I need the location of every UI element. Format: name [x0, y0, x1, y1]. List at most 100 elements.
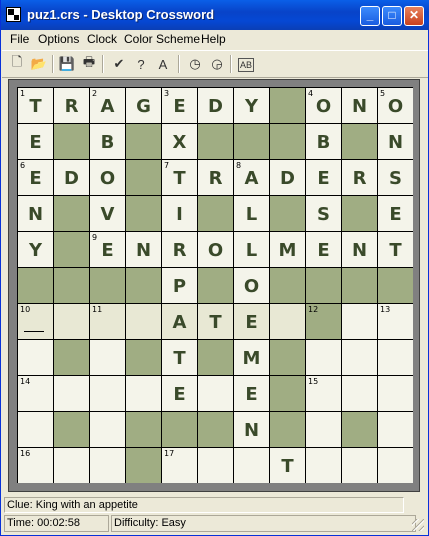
- grid-cell[interactable]: 7T: [162, 160, 197, 195]
- grid-cell[interactable]: S: [306, 196, 341, 231]
- grid-cell[interactable]: G: [126, 88, 161, 123]
- grid-cell[interactable]: 15: [306, 376, 341, 411]
- grid-cell[interactable]: [306, 340, 341, 375]
- grid-cell[interactable]: 6E: [18, 160, 53, 195]
- grid-cell[interactable]: R: [54, 88, 89, 123]
- grid-cell[interactable]: [378, 376, 413, 411]
- grid-cell[interactable]: B: [90, 124, 125, 159]
- grid-cell[interactable]: E: [234, 304, 269, 339]
- grid-cell[interactable]: 4O: [306, 88, 341, 123]
- grid-cell[interactable]: E: [378, 196, 413, 231]
- check-icon[interactable]: ✔: [110, 55, 128, 73]
- grid-cell[interactable]: [378, 340, 413, 375]
- grid-cell[interactable]: [306, 448, 341, 483]
- grid-cell[interactable]: R: [342, 160, 377, 195]
- grid-cell[interactable]: O: [234, 268, 269, 303]
- grid-cell[interactable]: 13: [378, 304, 413, 339]
- grid-cell[interactable]: [18, 412, 53, 447]
- grid-cell[interactable]: N: [234, 412, 269, 447]
- grid-cell[interactable]: I: [162, 196, 197, 231]
- grid-cell[interactable]: [126, 376, 161, 411]
- app-icon[interactable]: [6, 7, 21, 22]
- grid-cell[interactable]: [378, 412, 413, 447]
- grid-cell[interactable]: P: [162, 268, 197, 303]
- grid-cell[interactable]: E: [162, 376, 197, 411]
- grid-cell[interactable]: N: [126, 232, 161, 267]
- save-icon[interactable]: 💾: [58, 55, 76, 73]
- grid-cell[interactable]: Y: [234, 88, 269, 123]
- grid-cell[interactable]: T: [198, 304, 233, 339]
- grid-cell[interactable]: [18, 340, 53, 375]
- grid-cell[interactable]: 1T: [18, 88, 53, 123]
- grid-cell[interactable]: X: [162, 124, 197, 159]
- grid-cell[interactable]: T: [162, 340, 197, 375]
- grid-cell[interactable]: [198, 448, 233, 483]
- grid-cell[interactable]: R: [162, 232, 197, 267]
- grid-cell[interactable]: 14: [18, 376, 53, 411]
- grid-cell[interactable]: T: [378, 232, 413, 267]
- grid-cell[interactable]: 5O: [378, 88, 413, 123]
- maximize-button[interactable]: □: [382, 6, 402, 26]
- clock-icon[interactable]: ◷: [186, 55, 204, 73]
- grid-cell[interactable]: O: [198, 232, 233, 267]
- grid-cell[interactable]: [54, 304, 89, 339]
- grid-cell[interactable]: N: [342, 232, 377, 267]
- grid-cell[interactable]: E: [306, 160, 341, 195]
- grid-cell[interactable]: R: [198, 160, 233, 195]
- close-button[interactable]: ✕: [404, 6, 424, 26]
- grid-cell[interactable]: [198, 376, 233, 411]
- grid-cell[interactable]: [306, 412, 341, 447]
- new-icon[interactable]: 🗋: [8, 54, 26, 73]
- grid-cell[interactable]: V: [90, 196, 125, 231]
- grid-cell[interactable]: Y: [18, 232, 53, 267]
- grid-cell[interactable]: N: [18, 196, 53, 231]
- grid-cell[interactable]: D: [54, 160, 89, 195]
- grid-cell[interactable]: N: [342, 88, 377, 123]
- grid-cell[interactable]: M: [270, 232, 305, 267]
- grid-cell[interactable]: S: [378, 160, 413, 195]
- grid-cell[interactable]: 11: [90, 304, 125, 339]
- grid-cell[interactable]: [54, 376, 89, 411]
- grid-cell[interactable]: L: [234, 196, 269, 231]
- grid-cell[interactable]: L: [234, 232, 269, 267]
- resize-grip[interactable]: [412, 519, 424, 531]
- grid-cell[interactable]: M: [234, 340, 269, 375]
- grid-cell[interactable]: B: [306, 124, 341, 159]
- menu-clock[interactable]: Clock: [87, 32, 117, 46]
- grid-cell[interactable]: E: [18, 124, 53, 159]
- minimize-button[interactable]: _: [360, 6, 380, 26]
- grid-cell[interactable]: [90, 448, 125, 483]
- menu-options[interactable]: Options: [38, 32, 79, 46]
- grid-cell[interactable]: [90, 376, 125, 411]
- grid-cell[interactable]: 9E: [90, 232, 125, 267]
- grid-cell[interactable]: 10: [18, 304, 53, 339]
- grid-cell[interactable]: E: [306, 232, 341, 267]
- grid-cell[interactable]: 2A: [90, 88, 125, 123]
- grid-cell[interactable]: [90, 340, 125, 375]
- grid-cell[interactable]: [342, 376, 377, 411]
- grid-cell[interactable]: 3E: [162, 88, 197, 123]
- grid-cell[interactable]: D: [198, 88, 233, 123]
- grid-cell[interactable]: 17: [162, 448, 197, 483]
- open-icon[interactable]: 📂: [30, 55, 48, 73]
- grid-cell[interactable]: 16: [18, 448, 53, 483]
- grid-cell[interactable]: N: [378, 124, 413, 159]
- crossword-grid[interactable]: 1TR2AG3EDY4ON5OEBXBN6EDO7TR8ADERSNVILSEY…: [17, 87, 413, 483]
- grid-cell[interactable]: [234, 448, 269, 483]
- grid-cell[interactable]: [342, 304, 377, 339]
- grid-cell[interactable]: [90, 412, 125, 447]
- grid-cell[interactable]: [126, 304, 161, 339]
- grid-cell[interactable]: [378, 448, 413, 483]
- title-bar[interactable]: puz1.crs - Desktop Crossword _ □ ✕: [1, 0, 429, 30]
- grid-cell[interactable]: T: [270, 448, 305, 483]
- grid-cell[interactable]: A: [162, 304, 197, 339]
- grid-cell[interactable]: O: [90, 160, 125, 195]
- menu-file[interactable]: File: [10, 32, 29, 46]
- menu-help[interactable]: Help: [201, 32, 226, 46]
- hint-icon[interactable]: ?: [132, 55, 150, 73]
- grid-cell[interactable]: [270, 304, 305, 339]
- grid-cell[interactable]: [54, 448, 89, 483]
- grid-cell[interactable]: [342, 448, 377, 483]
- pause-icon[interactable]: ◶: [208, 55, 226, 73]
- grid-cell[interactable]: D: [270, 160, 305, 195]
